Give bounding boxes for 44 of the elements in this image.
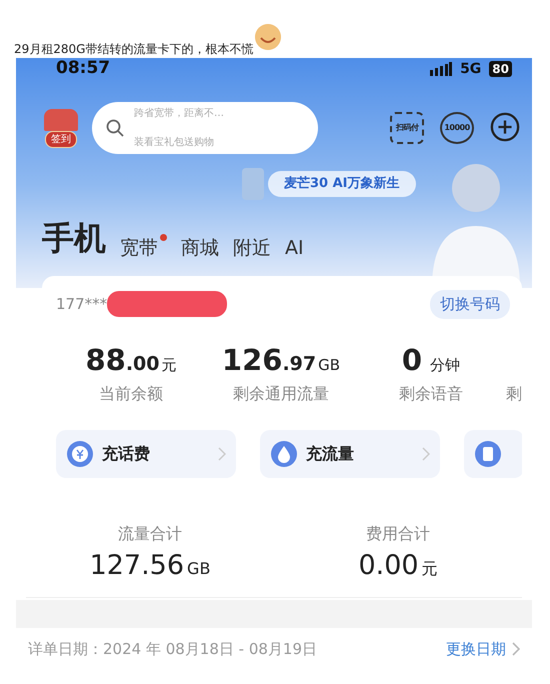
- battery-level: 80: [489, 61, 512, 77]
- stat-value: 88.00 元: [84, 342, 178, 378]
- recharge-button[interactable]: 充话费: [56, 430, 236, 478]
- chevron-right-icon: [422, 447, 430, 461]
- switch-number-button[interactable]: 切换号码: [430, 290, 510, 318]
- hotline-button[interactable]: 10000: [440, 112, 474, 144]
- chevron-right-icon: [512, 642, 520, 656]
- phone-number: 177***: [56, 294, 108, 315]
- signal-icon: [430, 62, 452, 76]
- search-icon: [106, 119, 124, 137]
- promo-banner[interactable]: 麦芒30 AI万象新生: [268, 171, 416, 197]
- tab[interactable]: 附近: [233, 234, 271, 262]
- stat-label: 剩余通用流量: [232, 383, 330, 405]
- stat-label: 剩余语音: [398, 383, 464, 405]
- post-caption: 29月租280G带结转的流量卡下的，根本不慌: [14, 41, 254, 58]
- summary-label: 费用合计: [365, 523, 431, 545]
- network-type: 5G: [460, 60, 482, 78]
- scan-pay-button[interactable]: 扫码付: [390, 112, 424, 144]
- stat-value: 126.97 GB: [220, 342, 342, 378]
- search-hint: 跨省宽带，距离不…: [134, 106, 224, 121]
- recharge-button[interactable]: 充流量: [260, 430, 440, 478]
- add-icon[interactable]: [490, 112, 520, 142]
- chevron-right-icon: [218, 447, 226, 461]
- yuan-coin-icon: [66, 440, 94, 468]
- summary-value: 0.00 元: [357, 549, 439, 583]
- tab[interactable]: 商城: [181, 234, 219, 262]
- document-icon: [474, 440, 502, 468]
- status-time: 08:57: [56, 58, 110, 80]
- change-date-link[interactable]: 更换日期: [446, 638, 520, 660]
- phone-photo-placeholder: [242, 168, 264, 200]
- search-hint: 装看宝礼包送购物: [134, 136, 215, 150]
- stat-label: 剩: [506, 382, 522, 404]
- summary-value: 127.56 GB: [88, 549, 212, 583]
- summary-label: 流量合计: [117, 523, 183, 545]
- stat-value: 0 分钟: [400, 342, 462, 378]
- stat-label: 当前余额: [98, 383, 164, 405]
- checkin-badge[interactable]: 签到: [40, 108, 82, 148]
- shortcut-button[interactable]: [464, 430, 522, 478]
- tab[interactable]: 宽带: [120, 234, 167, 262]
- detail-date-range: 详单日期：2024 年 08月18日 - 08月19日: [28, 638, 318, 660]
- water-drop-icon: [270, 440, 298, 468]
- tab[interactable]: 手机: [42, 214, 106, 262]
- tab[interactable]: AI: [285, 234, 304, 262]
- smiley-emoji-icon: [255, 24, 282, 50]
